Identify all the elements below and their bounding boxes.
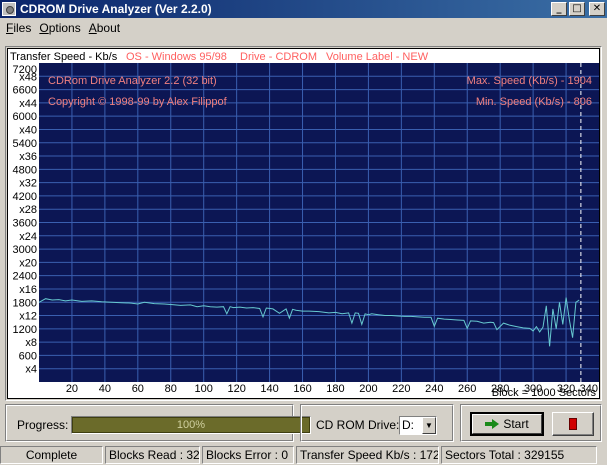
control-panel: Progress: 100% CD ROM Drive: D: ▼ Start: [5, 404, 602, 442]
y-tick-label: 3000: [13, 244, 37, 256]
progress-label: Progress:: [17, 418, 69, 432]
action-group: Start: [460, 404, 602, 442]
y-tick-label: x44: [19, 98, 37, 110]
y-tick-label: x4: [25, 364, 37, 376]
y-tick-label: x40: [19, 124, 37, 136]
copyright-text: Copyright © 1998-99 by Alex Filippof: [48, 96, 228, 108]
x-tick-label: 220: [392, 383, 410, 395]
x-axis-unit: Block = 1000 Sectors: [492, 387, 597, 398]
drive-type-label: Drive - CDROM: [240, 51, 317, 63]
x-tick-label: 200: [359, 383, 377, 395]
stop-icon: [569, 418, 577, 430]
status-blocks-error: Blocks Error : 0: [202, 446, 294, 464]
y-tick-label: x16: [19, 284, 37, 296]
x-tick-label: 80: [165, 383, 177, 395]
y-tick-label: 6600: [13, 85, 37, 97]
y-tick-label: x12: [19, 311, 37, 323]
minimize-button[interactable]: _: [551, 2, 567, 16]
min-speed-text: Min. Speed (Kb/s) - 806: [476, 96, 592, 108]
x-tick-label: 100: [195, 383, 213, 395]
y-tick-label: x48: [19, 71, 37, 83]
progress-group: Progress: 100%: [5, 404, 311, 442]
y-tick-label: 4800: [13, 164, 37, 176]
drive-label: CD ROM Drive:: [316, 418, 400, 432]
x-tick-label: 120: [227, 383, 245, 395]
maximize-button[interactable]: □: [569, 2, 585, 16]
y-tick-label: 6000: [13, 111, 37, 123]
x-tick-label: 20: [66, 383, 78, 395]
menu-about[interactable]: About: [85, 21, 124, 35]
app-version-text: CDRom Drive Analyzer 2.2 (32 bit): [48, 75, 217, 87]
action-group-inner: Start: [461, 405, 601, 441]
y-tick-label: x24: [19, 231, 37, 243]
title-bar: CDROM Drive Analyzer (Ver 2.2.0) _ □ ✕: [0, 0, 607, 18]
start-button-face: Start: [472, 414, 542, 434]
y-tick-labels: 7200x486600x446000x405400x364800x324200x…: [13, 64, 37, 376]
start-button-label: Start: [503, 417, 529, 431]
menu-files[interactable]: Files: [2, 21, 35, 35]
menu-about-label: bout: [96, 21, 121, 35]
cdrom-app-icon: [2, 2, 16, 16]
status-state: Complete: [0, 446, 103, 464]
stop-button[interactable]: [552, 412, 594, 436]
status-transfer-speed: Transfer Speed Kb/s : 1727: [296, 446, 439, 464]
progress-bar: 100%: [71, 416, 311, 434]
y-tick-label: x36: [19, 151, 37, 163]
menu-options[interactable]: Options: [35, 21, 84, 35]
os-label: OS - Windows 95/98: [126, 51, 227, 63]
y-tick-label: x20: [19, 257, 37, 269]
x-tick-label: 260: [458, 383, 476, 395]
progress-percent: 100%: [176, 419, 206, 431]
y-tick-label: x8: [25, 337, 37, 349]
y-tick-label: 1800: [13, 297, 37, 309]
y-tick-label: x32: [19, 178, 37, 190]
max-speed-text: Max. Speed (Kb/s) - 1904: [467, 75, 592, 87]
start-button[interactable]: Start: [470, 412, 544, 436]
green-arrow-icon: [485, 419, 500, 429]
x-tick-label: 60: [132, 383, 144, 395]
window-title: CDROM Drive Analyzer (Ver 2.2.0): [20, 2, 212, 16]
drive-group: CD ROM Drive: D: ▼: [300, 404, 454, 442]
y-axis-title: Transfer Speed - Kb/s: [10, 51, 118, 63]
drive-group-inner: CD ROM Drive: D: ▼: [301, 405, 453, 441]
y-tick-label: 2400: [13, 271, 37, 283]
y-tick-label: x28: [19, 204, 37, 216]
x-tick-label: 240: [425, 383, 443, 395]
menu-options-accel: O: [39, 21, 49, 35]
y-tick-label: 600: [19, 350, 37, 362]
drive-select-value: D:: [402, 418, 414, 432]
x-tick-label: 40: [99, 383, 111, 395]
x-tick-label: 140: [260, 383, 278, 395]
menu-options-label: ptions: [48, 21, 81, 35]
chevron-down-icon[interactable]: ▼: [422, 417, 436, 434]
drive-select[interactable]: D: ▼: [399, 416, 437, 435]
status-bar: Complete Blocks Read : 329 Blocks Error …: [0, 446, 607, 465]
menu-files-label: iles: [13, 21, 32, 35]
close-button[interactable]: ✕: [589, 2, 605, 16]
volume-label: Volume Label - NEW: [326, 51, 429, 63]
x-tick-label: 160: [293, 383, 311, 395]
transfer-speed-chart: 7200x486600x446000x405400x364800x324200x…: [8, 49, 599, 398]
graph-panel: 7200 x48 6600 x44 6000 x40 5400 x36 4800 x32 4200 x…: [7, 48, 600, 399]
menu-bar: Files Options About: [0, 18, 607, 38]
status-sectors-total: Sectors Total : 329155: [441, 446, 597, 464]
y-tick-label: 5400: [13, 138, 37, 150]
window-controls: _ □ ✕: [551, 2, 605, 16]
progress-group-inner: Progress: 100%: [6, 405, 311, 441]
x-tick-label: 180: [326, 383, 344, 395]
y-tick-label: 4200: [13, 191, 37, 203]
y-tick-label: 1200: [13, 324, 37, 336]
y-tick-label: 3600: [13, 218, 37, 230]
menu-about-accel: A: [88, 21, 97, 35]
status-blocks-read: Blocks Read : 329: [105, 446, 200, 464]
